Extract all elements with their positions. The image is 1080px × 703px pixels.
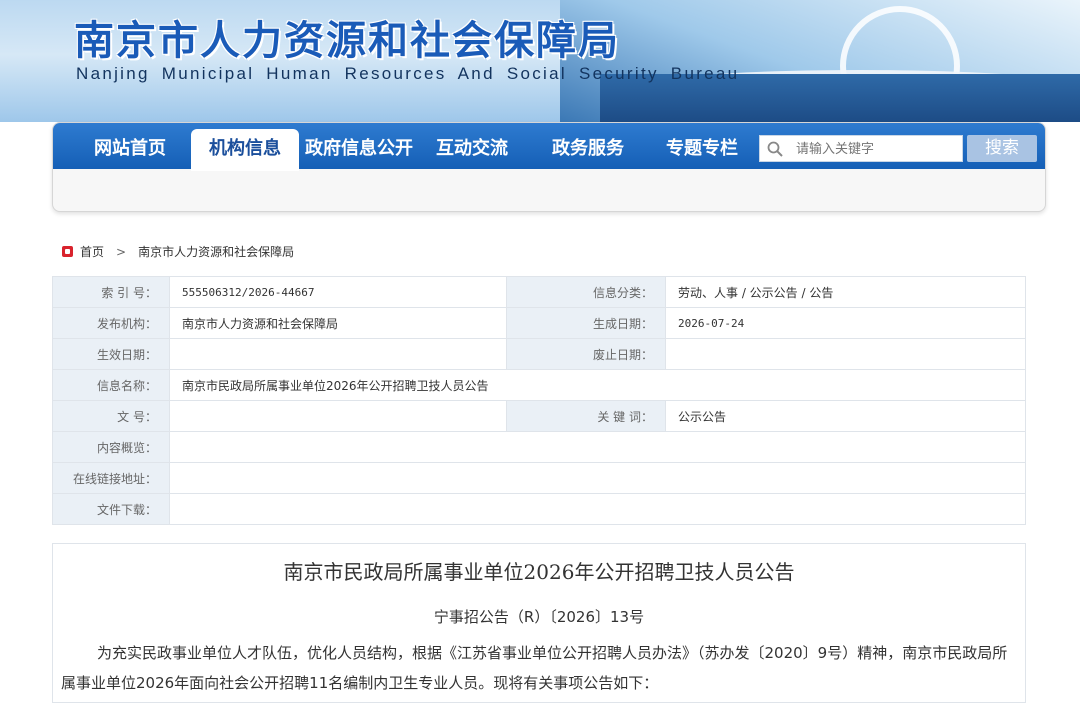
index-value: 555506312/2026-44667	[169, 276, 507, 308]
nav-item-services[interactable]: 政务服务	[533, 123, 643, 169]
site-subtitle: Nanjing Municipal Human Resources And So…	[76, 64, 740, 83]
effective-date-value	[169, 338, 507, 370]
keywords-value: 公示公告	[665, 400, 1026, 432]
index-label: 索 引 号：	[52, 276, 170, 308]
abolished-date-value	[665, 338, 1026, 370]
search-input[interactable]	[796, 138, 956, 160]
doc-number-label: 文 号：	[52, 400, 170, 432]
table-row: 内容概览：	[52, 431, 1026, 463]
effective-date-label: 生效日期：	[52, 338, 170, 370]
header-banner: 南京市人力资源和社会保障局 Nanjing Municipal Human Re…	[0, 0, 1080, 122]
nav-item-organization[interactable]: 机构信息	[191, 129, 299, 171]
table-row: 在线链接地址：	[52, 462, 1026, 494]
table-row: 文 号： 关 键 词： 公示公告	[52, 400, 1026, 432]
info-name-label: 信息名称：	[52, 369, 170, 401]
category-value: 劳动、人事 / 公示公告 / 公告	[665, 276, 1026, 308]
table-row: 发布机构： 南京市人力资源和社会保障局 生成日期： 2026-07-24	[52, 307, 1026, 339]
info-name-value: 南京市民政局所属事业单位2026年公开招聘卫技人员公告	[169, 369, 1026, 401]
breadcrumb-home[interactable]: 首页	[80, 243, 104, 260]
created-date-label: 生成日期：	[506, 307, 666, 339]
overview-value	[169, 431, 1026, 463]
file-download-label: 文件下载：	[52, 493, 170, 525]
search-button[interactable]: 搜索	[967, 135, 1037, 162]
info-metadata-table: 索 引 号： 555506312/2026-44667 信息分类： 劳动、人事 …	[52, 276, 1026, 525]
nav-item-gov-info[interactable]: 政府信息公开	[301, 123, 417, 169]
nav-item-interaction[interactable]: 互动交流	[417, 123, 527, 169]
nav-item-topics[interactable]: 专题专栏	[647, 123, 757, 169]
keywords-label: 关 键 词：	[506, 400, 666, 432]
category-label: 信息分类：	[506, 276, 666, 308]
search-icon	[767, 141, 783, 157]
publisher-value: 南京市人力资源和社会保障局	[169, 307, 507, 339]
article-title: 南京市民政局所属事业单位2026年公开招聘卫技人员公告	[283, 560, 795, 584]
main-navigation: 网站首页 机构信息 政府信息公开 互动交流 政务服务 专题专栏 搜索	[52, 122, 1046, 212]
table-row: 文件下载：	[52, 493, 1026, 525]
breadcrumb-current[interactable]: 南京市人力资源和社会保障局	[138, 243, 294, 260]
doc-number-value	[169, 400, 507, 432]
article-paragraph: 为充实民政事业单位人才队伍，优化人员结构，根据《江苏省事业单位公开招聘人员办法》…	[61, 644, 1008, 692]
search-box	[759, 135, 963, 162]
table-row: 索 引 号： 555506312/2026-44667 信息分类： 劳动、人事 …	[52, 276, 1026, 308]
table-row: 信息名称： 南京市民政局所属事业单位2026年公开招聘卫技人员公告	[52, 369, 1026, 401]
article-content: 南京市民政局所属事业单位2026年公开招聘卫技人员公告 宁事招公告（R）〔202…	[52, 543, 1026, 703]
table-row: 生效日期： 废止日期：	[52, 338, 1026, 370]
nav-bar: 网站首页 机构信息 政府信息公开 互动交流 政务服务 专题专栏 搜索	[53, 123, 1045, 171]
publisher-label: 发布机构：	[52, 307, 170, 339]
breadcrumb: 首页 > 南京市人力资源和社会保障局	[62, 243, 294, 260]
file-download-value[interactable]	[169, 493, 1026, 525]
abolished-date-label: 废止日期：	[506, 338, 666, 370]
online-link-value[interactable]	[169, 462, 1026, 494]
article-doc-number: 宁事招公告（R）〔2026〕13号	[433, 608, 645, 626]
online-link-label: 在线链接地址：	[52, 462, 170, 494]
home-icon	[62, 246, 73, 257]
created-date-value: 2026-07-24	[665, 307, 1026, 339]
overview-label: 内容概览：	[52, 431, 170, 463]
site-title: 南京市人力资源和社会保障局	[74, 17, 620, 64]
nav-item-home[interactable]: 网站首页	[73, 123, 187, 169]
breadcrumb-separator: >	[116, 244, 127, 259]
